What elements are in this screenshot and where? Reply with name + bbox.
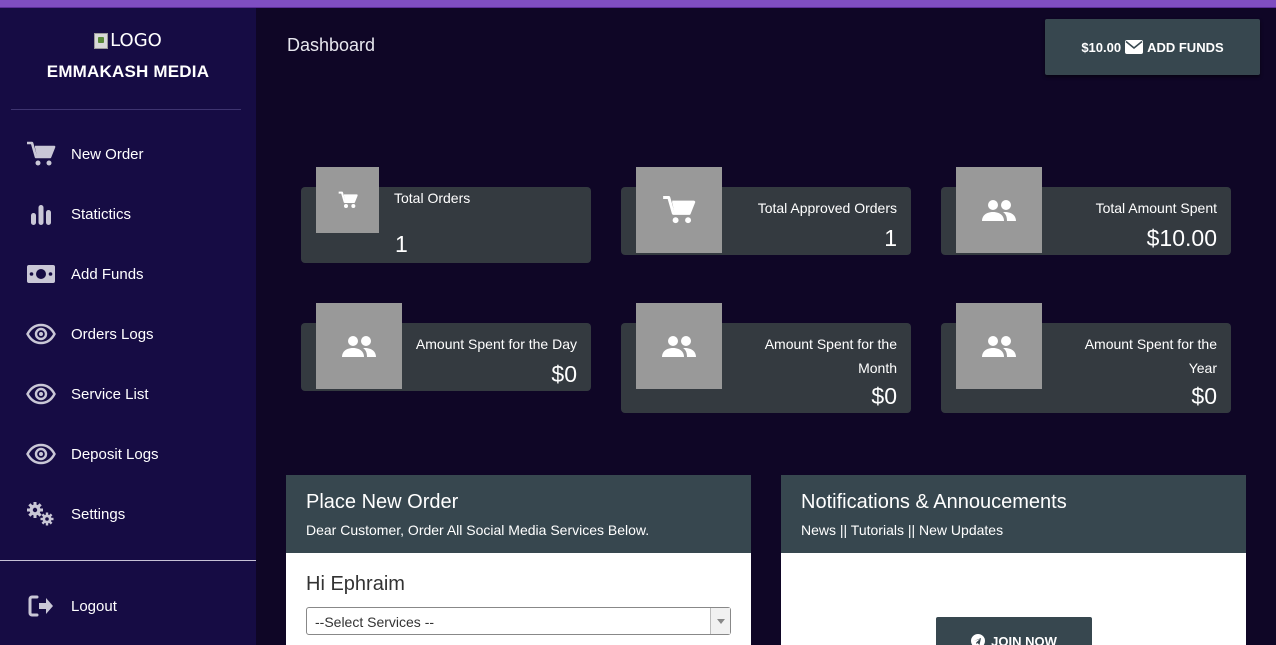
sidebar-item-label: Settings [71, 505, 126, 523]
add-funds-button[interactable]: $10.00 ADD FUNDS [1045, 19, 1260, 75]
stat-icon-box [316, 303, 402, 389]
sidebar-item-label: Deposit Logs [71, 445, 159, 463]
sidebar-item-service-list[interactable]: Service List [0, 364, 256, 424]
stat-value: $10.00 [1146, 225, 1217, 251]
stat-caption: Amount Spent for the Year [1085, 332, 1217, 380]
people-icon [981, 198, 1017, 222]
stat-value: 1 [395, 231, 408, 257]
service-select[interactable]: --Select Services -- [306, 607, 731, 635]
money-icon [26, 259, 56, 289]
sidebar-item-label: New Order [71, 145, 144, 163]
stat-icon-box [956, 167, 1042, 253]
eye-icon [26, 379, 56, 409]
stat-caption: Total Approved Orders [757, 200, 897, 216]
stat-caption: Total Amount Spent [1095, 200, 1217, 216]
page-title: Dashboard [287, 35, 376, 55]
stat-icon-box [636, 167, 722, 253]
stat-caption: Amount Spent for the Month [765, 332, 897, 380]
sidebar-item-label: Logout [71, 597, 117, 615]
balance-amount: $10.00 [1081, 39, 1122, 55]
top-accent-bar [0, 0, 1276, 8]
people-icon [341, 334, 377, 358]
stat-card-amount-spent-day: Amount Spent for the Day $0 [301, 303, 591, 391]
gears-icon [26, 499, 56, 529]
eye-icon [26, 439, 56, 469]
sidebar-item-label: Orders Logs [71, 325, 154, 343]
brand-name: EMMAKASH MEDIA [46, 61, 210, 81]
sidebar-item-statistics[interactable]: Statictics [0, 184, 256, 244]
panel-header: Place New Order Dear Customer, Order All… [286, 475, 751, 553]
stat-caption-line: Month [858, 360, 897, 376]
sidebar: LOGO EMMAKASH MEDIA New Order Statictics… [0, 8, 256, 645]
stat-card-amount-spent-year: Amount Spent for the Year $0 [941, 303, 1231, 413]
cart-icon [26, 139, 56, 169]
stat-caption: Total Orders [394, 190, 471, 206]
stat-icon-box [956, 303, 1042, 389]
bar-chart-icon [26, 199, 56, 229]
cart-icon [338, 191, 358, 209]
logout-icon [26, 591, 56, 621]
stat-caption-line: Amount Spent for the [1084, 336, 1217, 352]
stat-value: $0 [871, 383, 897, 409]
sidebar-item-new-order[interactable]: New Order [0, 124, 256, 184]
panel-subtitle: News || Tutorials || New Updates [801, 522, 1004, 538]
panel-header: Notifications & Annoucements News || Tut… [781, 475, 1246, 553]
panel-subtitle: Dear Customer, Order All Social Media Se… [306, 522, 650, 538]
sidebar-item-logout[interactable]: Logout [0, 576, 256, 636]
people-icon [981, 334, 1017, 358]
broken-image-icon [94, 32, 109, 49]
sidebar-divider [0, 560, 256, 561]
chevron-down-icon [710, 608, 730, 634]
stat-card-total-approved-orders: Total Approved Orders 1 [621, 167, 911, 255]
stat-caption: Amount Spent for the Day [415, 336, 577, 352]
stat-caption-line: Year [1188, 360, 1217, 376]
people-icon [661, 334, 697, 358]
stat-value: 1 [884, 225, 897, 251]
brand: LOGO EMMAKASH MEDIA [0, 30, 256, 82]
stat-card-total-amount-spent: Total Amount Spent $10.00 [941, 167, 1231, 255]
join-now-button[interactable]: JOIN NOW [936, 617, 1092, 645]
sidebar-item-label: Statictics [71, 205, 132, 223]
stat-card-amount-spent-month: Amount Spent for the Month $0 [621, 303, 911, 413]
cart-icon [662, 195, 696, 225]
sidebar-nav: New Order Statictics Add Funds Orders Lo… [0, 124, 256, 544]
stat-card-total-orders: Total Orders 1 [301, 167, 591, 263]
stat-caption-line: Amount Spent for the [764, 336, 897, 352]
greeting: Hi Ephraim [306, 573, 405, 595]
sidebar-item-settings[interactable]: Settings [0, 484, 256, 544]
logout-section: Logout [0, 576, 256, 636]
panel-title: Notifications & Annoucements [801, 491, 1067, 513]
sidebar-item-deposit-logs[interactable]: Deposit Logs [0, 424, 256, 484]
telegram-icon [971, 634, 986, 645]
sidebar-item-add-funds[interactable]: Add Funds [0, 244, 256, 304]
service-select-value: --Select Services -- [315, 614, 435, 630]
stat-icon-box [636, 303, 722, 389]
join-now-label: JOIN NOW [991, 634, 1057, 645]
panel-title: Place New Order [306, 491, 459, 513]
sidebar-divider [11, 109, 241, 110]
sidebar-item-label: Service List [71, 385, 149, 403]
stat-icon-box [316, 167, 379, 233]
stat-value: $0 [1191, 383, 1217, 409]
sidebar-item-orders-logs[interactable]: Orders Logs [0, 304, 256, 364]
place-order-panel: Place New Order Dear Customer, Order All… [286, 475, 751, 645]
eye-icon [26, 319, 56, 349]
stat-value: $0 [551, 361, 577, 387]
logo-alt-text: LOGO [110, 30, 162, 51]
envelope-icon [1125, 40, 1144, 54]
add-funds-label: ADD FUNDS [1147, 39, 1224, 55]
logo[interactable]: LOGO [94, 30, 162, 51]
sidebar-item-label: Add Funds [71, 265, 144, 283]
notifications-panel: Notifications & Annoucements News || Tut… [781, 475, 1246, 645]
